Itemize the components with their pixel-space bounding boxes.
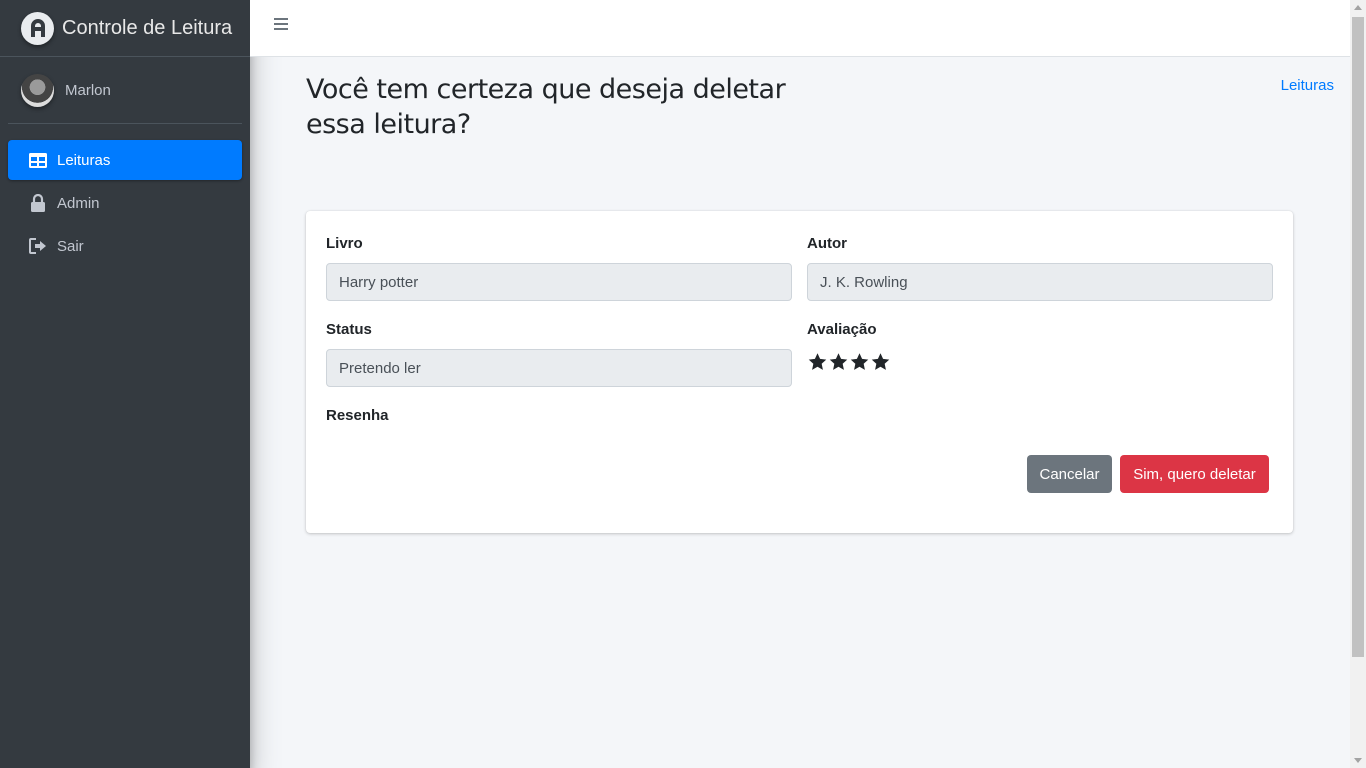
sign-out-icon <box>28 236 48 256</box>
page-title: Você tem certeza que deseja deletar essa… <box>306 74 786 140</box>
livro-field[interactable]: Harry potter <box>326 263 792 301</box>
sidebar-item-label: Leituras <box>57 151 111 169</box>
sidebar-item-sair[interactable]: Sair <box>8 226 242 266</box>
top-navbar <box>250 0 1350 57</box>
star-icon <box>808 353 827 370</box>
sidebar-item-label: Sair <box>57 237 84 255</box>
sidebar-item-leituras[interactable]: Leituras <box>8 140 242 180</box>
brand-title: Controle de Leitura <box>62 16 233 39</box>
star-icon <box>871 353 890 370</box>
scroll-up-icon[interactable] <box>1354 5 1362 10</box>
sidebar-item-label: Admin <box>57 194 100 212</box>
avaliacao-label: Avaliação <box>807 321 877 338</box>
table-icon <box>28 150 48 170</box>
status-field[interactable]: Pretendo ler <box>326 349 792 387</box>
sidebar-nav: Leituras Admin Sair <box>0 124 250 266</box>
user-panel[interactable]: Marlon <box>8 57 242 124</box>
sidebar-item-admin[interactable]: Admin <box>8 183 242 223</box>
user-avatar <box>21 73 54 107</box>
menu-toggle-icon[interactable] <box>274 18 288 32</box>
livro-label: Livro <box>326 235 363 252</box>
breadcrumb-leituras-link[interactable]: Leituras <box>1281 77 1334 94</box>
scroll-down-icon[interactable] <box>1354 758 1362 763</box>
resenha-label: Resenha <box>326 407 389 424</box>
autor-label: Autor <box>807 235 847 252</box>
star-icon <box>829 353 848 370</box>
brand-logo-icon <box>21 11 54 45</box>
user-name: Marlon <box>65 81 111 99</box>
rating-stars <box>807 352 891 372</box>
page-scrollbar[interactable] <box>1350 0 1366 768</box>
star-icon <box>850 353 869 370</box>
cancel-button[interactable]: Cancelar <box>1027 455 1112 493</box>
confirm-delete-button[interactable]: Sim, quero deletar <box>1120 455 1269 493</box>
lock-icon <box>28 193 48 213</box>
autor-field[interactable]: J. K. Rowling <box>807 263 1273 301</box>
status-label: Status <box>326 321 372 338</box>
brand-link[interactable]: Controle de Leitura <box>0 0 250 57</box>
scroll-thumb[interactable] <box>1352 17 1364 657</box>
delete-confirm-card: Livro Harry potter Autor J. K. Rowling S… <box>306 211 1293 533</box>
sidebar: Controle de Leitura Marlon Leituras Admi… <box>0 0 250 768</box>
